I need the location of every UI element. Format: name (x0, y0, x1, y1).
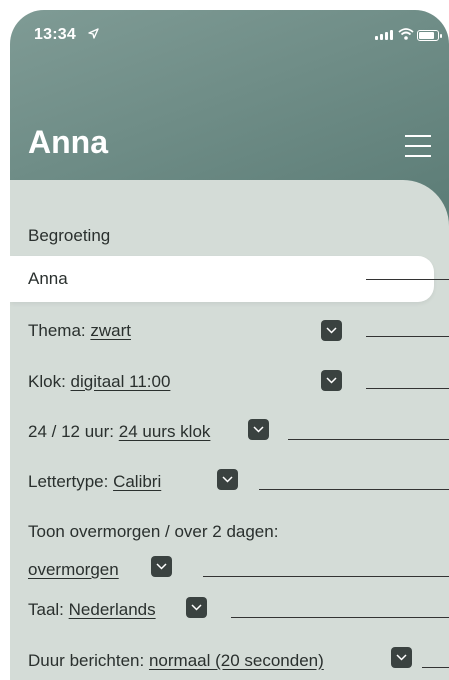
lettertype-label: Lettertype: (28, 472, 109, 491)
connector-line (259, 489, 449, 490)
lettertype-dropdown-button[interactable] (217, 469, 238, 490)
toon-dropdown-button[interactable] (151, 556, 172, 577)
chevron-down-icon (396, 654, 407, 661)
uur-dropdown-button[interactable] (248, 419, 269, 440)
hamburger-menu-icon[interactable] (405, 135, 431, 157)
chevron-down-icon (253, 426, 264, 433)
setting-toon: overmorgen (28, 560, 119, 580)
setting-klok: Klok: digitaal 11:00 (28, 372, 170, 392)
taal-dropdown-button[interactable] (186, 597, 207, 618)
chevron-down-icon (191, 604, 202, 611)
uur-value[interactable]: 24 uurs klok (119, 422, 211, 441)
cellular-signal-icon (375, 30, 393, 40)
uur-label: 24 / 12 uur: (28, 422, 115, 441)
greeting-label: Begroeting (28, 226, 111, 245)
connector-line (422, 667, 449, 668)
connector-line (231, 617, 449, 618)
status-bar: 13:34 (10, 10, 449, 60)
status-time: 13:34 (34, 26, 76, 43)
thema-label: Thema: (28, 321, 86, 340)
connector-line (203, 576, 449, 577)
greeting-input[interactable]: Anna (10, 256, 449, 302)
taal-label: Taal: (28, 600, 64, 619)
wifi-icon (398, 27, 414, 45)
chevron-down-icon (222, 476, 233, 483)
chevron-down-icon (326, 327, 337, 334)
location-arrow-icon (88, 26, 99, 44)
settings-panel: Begroeting Anna Thema: zwart Klok: digit… (10, 180, 449, 680)
lettertype-value[interactable]: Calibri (113, 472, 161, 491)
taal-value[interactable]: Nederlands (69, 600, 156, 619)
connector-line (366, 336, 449, 337)
duur-dropdown-button[interactable] (391, 647, 412, 668)
setting-duur: Duur berichten: normaal (20 seconden) (28, 651, 324, 671)
setting-uur: 24 / 12 uur: 24 uurs klok (28, 422, 210, 442)
klok-value[interactable]: digitaal 11:00 (71, 372, 171, 391)
setting-thema: Thema: zwart (28, 321, 131, 341)
connector-line (366, 279, 449, 280)
setting-taal: Taal: Nederlands (28, 600, 156, 620)
battery-icon (417, 30, 442, 41)
klok-dropdown-button[interactable] (321, 370, 342, 391)
klok-label: Klok: (28, 372, 66, 391)
battery-level (419, 32, 435, 39)
chevron-down-icon (326, 377, 337, 384)
setting-lettertype: Lettertype: Calibri (28, 472, 161, 492)
greeting-value: Anna (28, 269, 68, 288)
chevron-down-icon (156, 563, 167, 570)
thema-dropdown-button[interactable] (321, 320, 342, 341)
page-title: Anna (28, 124, 108, 160)
toon-value[interactable]: overmorgen (28, 560, 119, 579)
duur-label: Duur berichten: (28, 651, 145, 670)
phone-screen: 13:34 Anna Begroeting Anna Thema: zwart … (10, 10, 449, 680)
connector-line (288, 439, 449, 440)
duur-value[interactable]: normaal (20 seconden) (149, 651, 324, 670)
thema-value[interactable]: zwart (90, 321, 131, 340)
connector-line (366, 388, 449, 389)
toon-label: Toon overmorgen / over 2 dagen: (28, 522, 279, 541)
